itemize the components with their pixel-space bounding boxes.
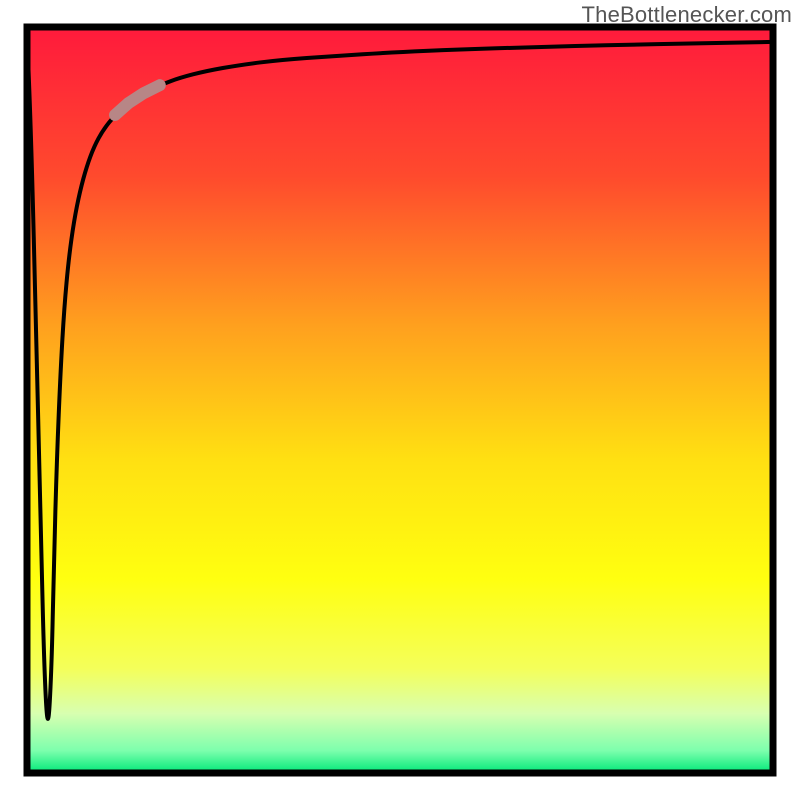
watermark-text: TheBottlenecker.com bbox=[582, 2, 792, 28]
chart-svg bbox=[0, 0, 800, 800]
chart-container: TheBottlenecker.com bbox=[0, 0, 800, 800]
plot-background bbox=[27, 27, 773, 773]
